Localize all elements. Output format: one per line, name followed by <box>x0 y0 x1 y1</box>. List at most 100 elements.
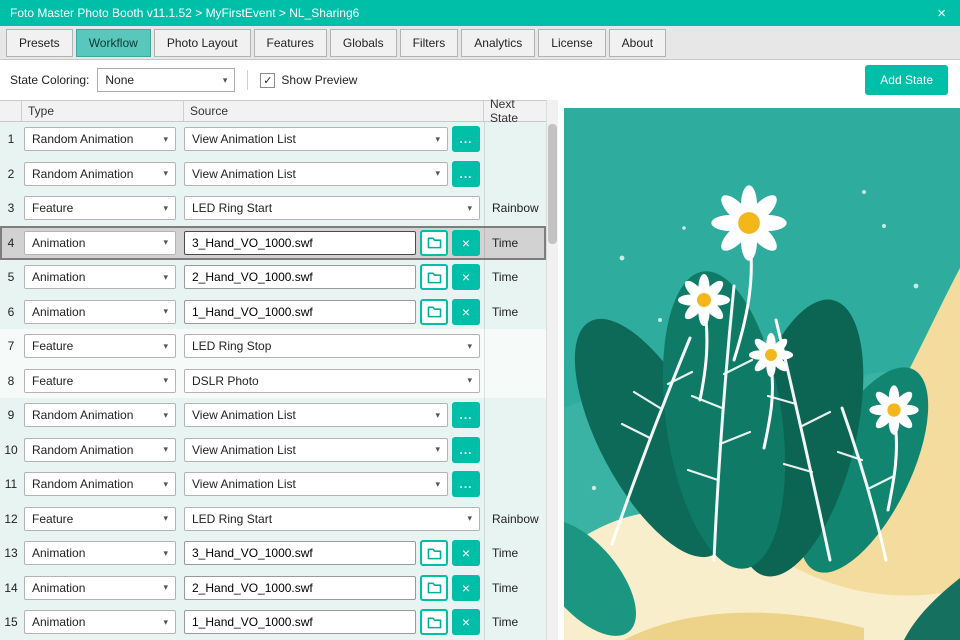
browse-folder-button[interactable] <box>420 540 448 567</box>
table-row[interactable]: 11 Random Animation ▾ View Animation List ▾.… <box>0 467 546 502</box>
table-header: Type Source Next State <box>0 97 546 125</box>
type-dropdown[interactable]: Animation ▾ <box>24 541 176 566</box>
table-row[interactable]: 5 Animation ▾ ×Time <box>0 260 546 295</box>
source-dropdown[interactable]: LED Ring Start ▾ <box>184 196 480 221</box>
row-number: 5 <box>7 270 15 285</box>
table-row[interactable]: 10 Random Animation ▾ View Animation List ▾.… <box>0 432 546 467</box>
tab-globals[interactable]: Globals <box>329 28 397 57</box>
tab-features[interactable]: Features <box>253 28 327 57</box>
next-state-value: Time <box>484 605 546 640</box>
more-options-button[interactable]: ... <box>452 436 480 463</box>
type-dropdown[interactable]: Animation ▾ <box>24 610 176 635</box>
table-row[interactable]: 13 Animation ▾ ×Time <box>0 536 546 571</box>
source-file-input[interactable] <box>184 230 416 255</box>
chevron-down-icon: ▾ <box>163 340 168 351</box>
more-options-button[interactable]: ... <box>452 126 480 153</box>
source-dropdown[interactable]: View Animation List ▾ <box>184 127 448 152</box>
source-file-input[interactable] <box>184 265 416 290</box>
tab-bar: Presets Workflow Photo Layout Features Globa… <box>0 26 960 60</box>
source-dropdown[interactable]: LED Ring Stop ▾ <box>184 334 480 359</box>
type-dropdown[interactable]: Feature ▾ <box>24 506 176 531</box>
tab-license[interactable]: License <box>538 28 606 57</box>
source-dropdown[interactable]: View Animation List ▾ <box>184 472 448 497</box>
source-dropdown[interactable]: LED Ring Start ▾ <box>184 506 480 531</box>
type-dropdown-value: Animation <box>32 270 86 285</box>
title-bar: Foto Master Photo Booth v11.1.52 > MyFir… <box>0 0 960 26</box>
source-file-input[interactable] <box>184 575 416 600</box>
clear-button[interactable]: × <box>452 609 480 636</box>
browse-folder-button[interactable] <box>420 298 448 325</box>
row-number: 15 <box>4 615 18 630</box>
type-dropdown[interactable]: Animation ▾ <box>24 265 176 290</box>
show-preview-checkbox[interactable]: ✓ <box>260 72 276 88</box>
tab-presets[interactable]: Presets <box>6 28 73 57</box>
clear-button[interactable]: × <box>452 298 480 325</box>
type-dropdown[interactable]: Random Animation ▾ <box>24 127 176 152</box>
vertical-scrollbar[interactable] <box>546 100 558 640</box>
browse-folder-button[interactable] <box>420 574 448 601</box>
window-title: Foto Master Photo Booth v11.1.52 > MyFir… <box>10 6 360 20</box>
type-dropdown[interactable]: Random Animation ▾ <box>24 472 176 497</box>
type-dropdown[interactable]: Feature ▾ <box>24 368 176 393</box>
state-coloring-select[interactable]: None ▾ <box>97 68 236 92</box>
source-file-input[interactable] <box>184 299 416 324</box>
add-state-button[interactable]: Add State <box>865 65 948 95</box>
more-options-button[interactable]: ... <box>452 471 480 498</box>
type-dropdown[interactable]: Animation ▾ <box>24 575 176 600</box>
more-options-button[interactable]: ... <box>452 160 480 187</box>
table-row[interactable]: 2 Random Animation ▾ View Animation List ▾..… <box>0 156 546 191</box>
tab-photo-layout[interactable]: Photo Layout <box>153 28 251 57</box>
type-dropdown[interactable]: Feature ▾ <box>24 196 176 221</box>
type-dropdown[interactable]: Animation ▾ <box>24 299 176 324</box>
table-row[interactable]: 6 Animation ▾ ×Time <box>0 294 546 329</box>
source-dropdown[interactable]: View Animation List ▾ <box>184 161 448 186</box>
chevron-down-icon: ▾ <box>163 582 168 593</box>
row-number: 9 <box>7 408 15 423</box>
source-file-input[interactable] <box>184 610 416 635</box>
table-row[interactable]: 12 Feature ▾ LED Ring Start ▾ Rainbow <box>0 501 546 536</box>
scrollbar-thumb[interactable] <box>548 124 557 244</box>
tab-analytics[interactable]: Analytics <box>461 28 536 57</box>
browse-folder-button[interactable] <box>420 264 448 291</box>
type-dropdown-value: Animation <box>32 580 86 595</box>
clear-button[interactable]: × <box>452 574 480 601</box>
tab-about[interactable]: About <box>608 28 667 57</box>
workflow-table: Type Source Next State 1 Random Animation… <box>0 97 546 640</box>
tab-workflow[interactable]: Workflow <box>75 28 151 57</box>
source-dropdown[interactable]: View Animation List ▾ <box>184 437 448 462</box>
folder-icon <box>427 306 441 318</box>
source-dropdown[interactable]: DSLR Photo ▾ <box>184 368 480 393</box>
chevron-down-icon: ▾ <box>163 478 168 489</box>
source-file-input[interactable] <box>184 541 416 566</box>
chevron-down-icon: ▾ <box>163 547 168 558</box>
type-dropdown[interactable]: Random Animation ▾ <box>24 161 176 186</box>
close-icon[interactable]: × <box>937 6 946 21</box>
table-row[interactable]: 1 Random Animation ▾ View Animation List ▾..… <box>0 122 546 157</box>
type-dropdown-value: Feature <box>32 201 74 216</box>
next-state-value <box>484 467 546 502</box>
row-number: 1 <box>7 132 15 147</box>
table-row[interactable]: 4 Animation ▾ ×Time <box>0 225 546 260</box>
clear-button[interactable]: × <box>452 264 480 291</box>
more-options-button[interactable]: ... <box>452 402 480 429</box>
clear-button[interactable]: × <box>452 229 480 256</box>
table-row[interactable]: 15 Animation ▾ ×Time <box>0 605 546 640</box>
browse-folder-button[interactable] <box>420 229 448 256</box>
row-number: 11 <box>4 477 18 492</box>
source-dropdown[interactable]: View Animation List ▾ <box>184 403 448 428</box>
header-next-state: Next State <box>490 97 519 125</box>
type-dropdown[interactable]: Random Animation ▾ <box>24 437 176 462</box>
table-row[interactable]: 8 Feature ▾ DSLR Photo ▾ <box>0 363 546 398</box>
table-row[interactable]: 9 Random Animation ▾ View Animation List ▾..… <box>0 398 546 433</box>
type-dropdown[interactable]: Animation ▾ <box>24 230 176 255</box>
type-dropdown[interactable]: Random Animation ▾ <box>24 403 176 428</box>
table-row[interactable]: 3 Feature ▾ LED Ring Start ▾ Rainbow <box>0 191 546 226</box>
tab-filters[interactable]: Filters <box>399 28 459 57</box>
table-row[interactable]: 14 Animation ▾ ×Time <box>0 570 546 605</box>
chevron-down-icon: ▾ <box>467 513 472 524</box>
row-number: 13 <box>4 546 18 561</box>
table-row[interactable]: 7 Feature ▾ LED Ring Stop ▾ <box>0 329 546 364</box>
browse-folder-button[interactable] <box>420 609 448 636</box>
type-dropdown[interactable]: Feature ▾ <box>24 334 176 359</box>
clear-button[interactable]: × <box>452 540 480 567</box>
